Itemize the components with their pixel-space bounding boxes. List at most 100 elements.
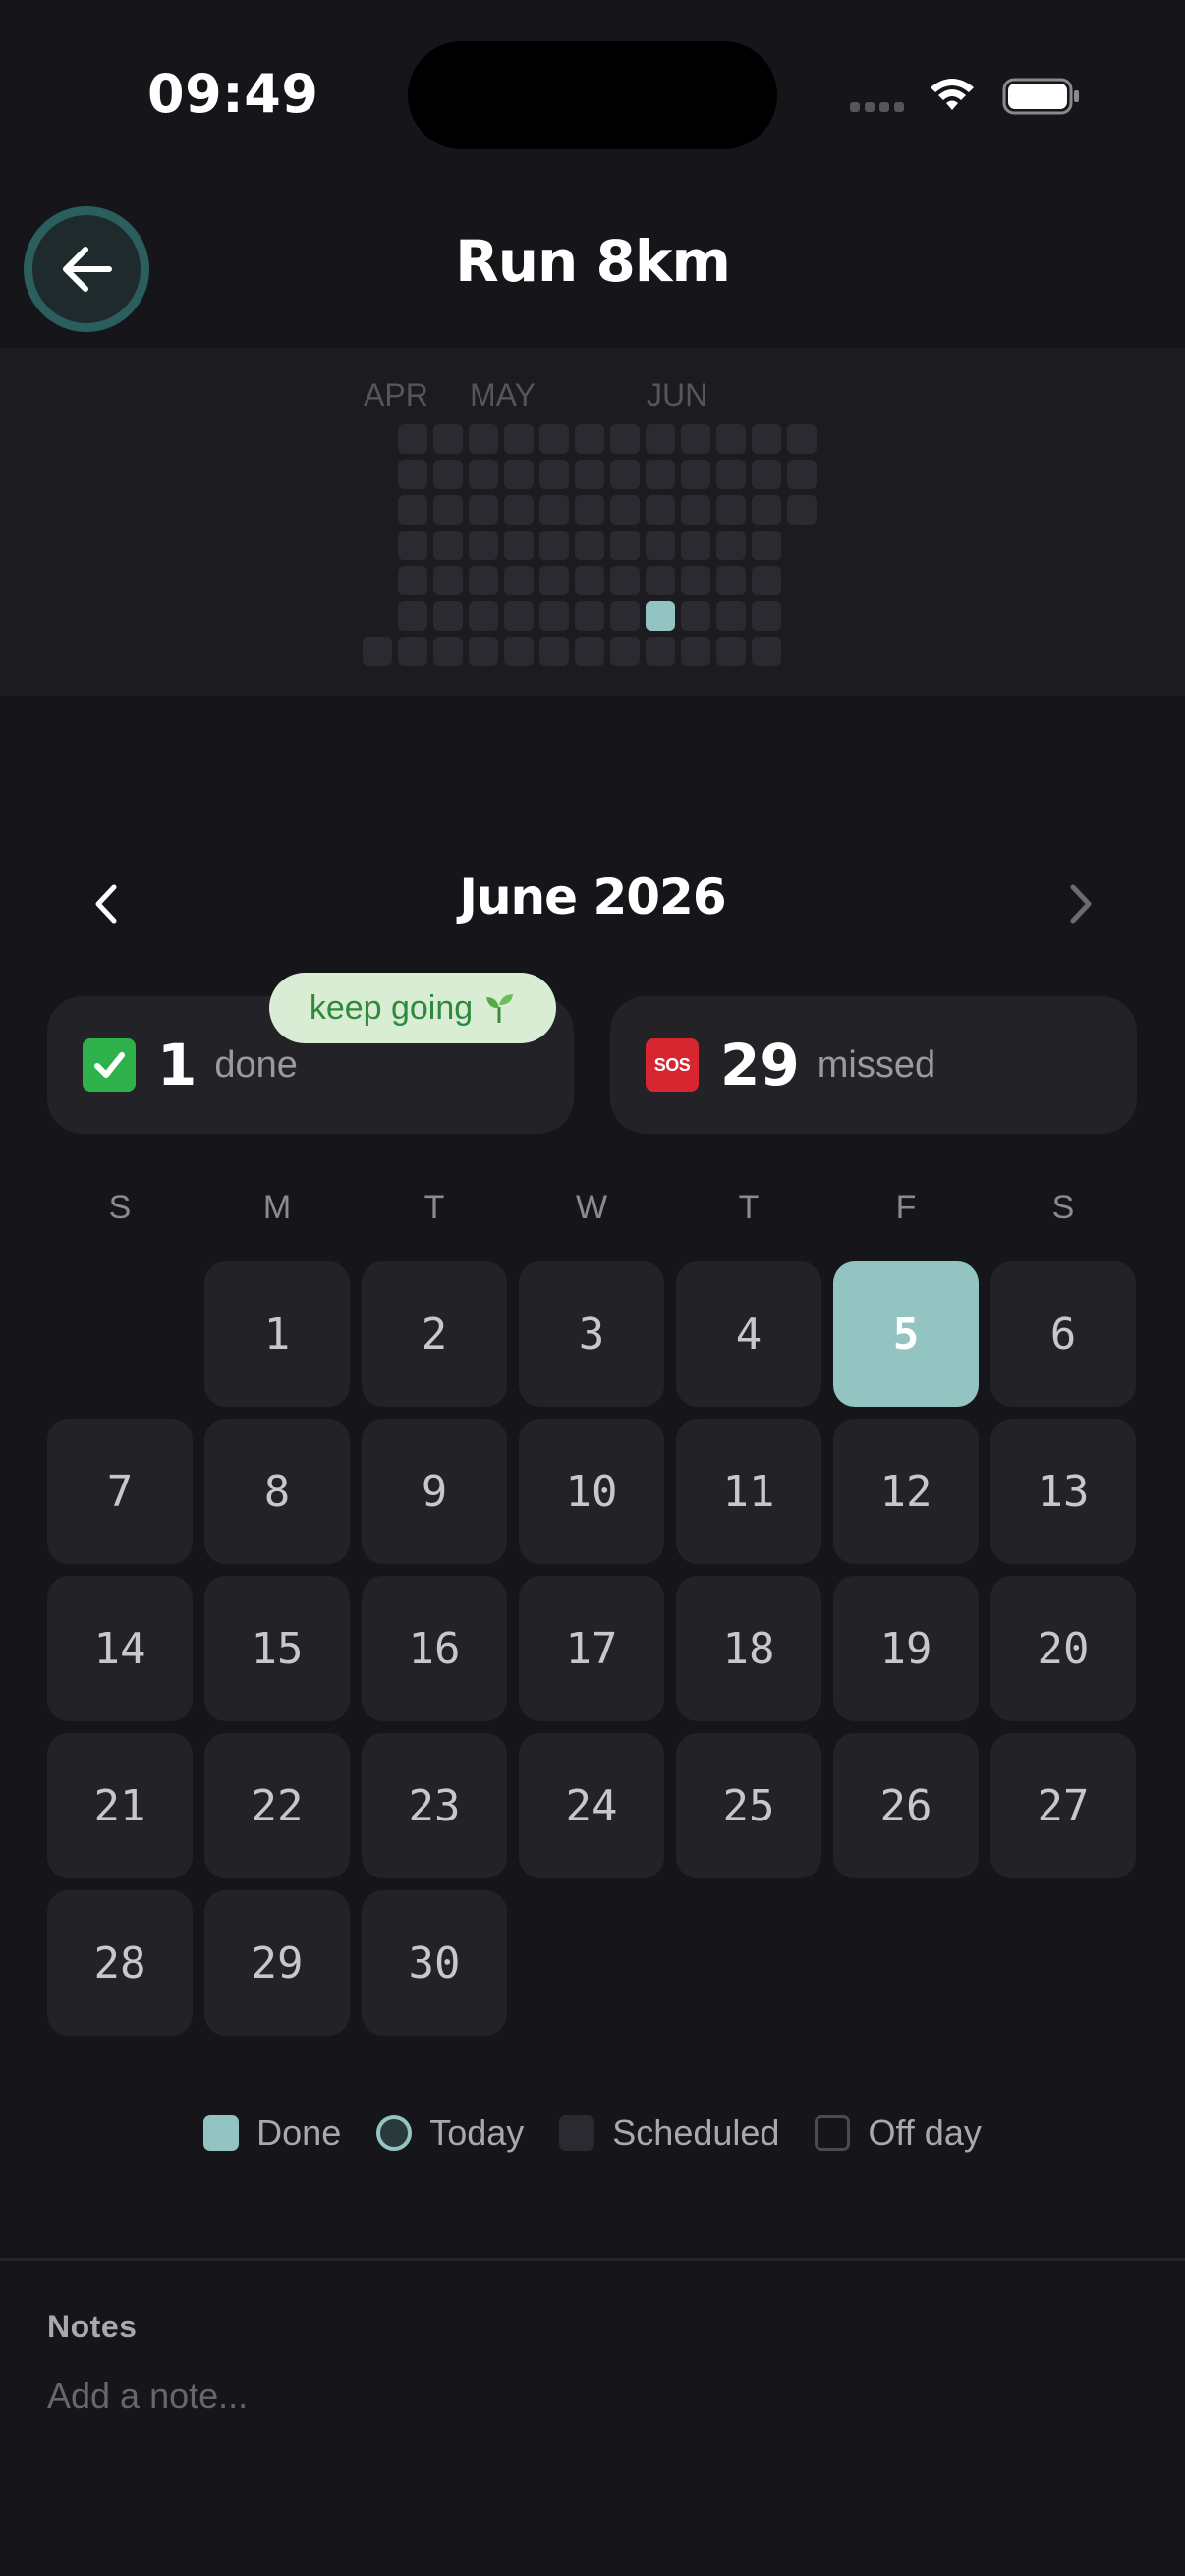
heatmap-cell [433, 601, 463, 631]
calendar-day[interactable]: 28 [47, 1890, 193, 2036]
heatmap-cell [504, 495, 534, 525]
weekday-header: F [895, 1189, 917, 1226]
calendar-day[interactable]: 8 [204, 1419, 350, 1564]
month-title: June 2026 [459, 868, 726, 925]
calendar-day[interactable]: 20 [990, 1576, 1136, 1721]
heatmap-month-apr: APR [364, 377, 428, 413]
heatmap-cell [681, 495, 710, 525]
heatmap-cell [363, 637, 392, 666]
sos-icon: SOS [646, 1038, 699, 1092]
calendar-day[interactable]: 7 [47, 1419, 193, 1564]
calendar-day[interactable]: 16 [362, 1576, 507, 1721]
legend-label-off-day: Off day [868, 2112, 982, 2153]
calendar-day[interactable]: 10 [519, 1419, 664, 1564]
legend-item-done: Done [203, 2112, 341, 2154]
heatmap-cell [575, 424, 604, 454]
weekday-header: S [1051, 1189, 1075, 1226]
heatmap-cell [504, 637, 534, 666]
heatmap-cell [398, 495, 427, 525]
heatmap-cell [681, 531, 710, 560]
heatmap-cell [539, 460, 569, 489]
heatmap-month-jun: JUN [647, 377, 708, 413]
heatmap-cell [504, 566, 534, 595]
calendar-day[interactable]: 21 [47, 1733, 193, 1878]
calendar-day[interactable]: 3 [519, 1261, 664, 1407]
done-count: 1 [157, 1032, 198, 1098]
calendar-day[interactable]: 30 [362, 1890, 507, 2036]
heatmap-cell [610, 495, 640, 525]
heatmap-cell [787, 495, 817, 525]
legend: Done Today Scheduled Off day [0, 2112, 1185, 2154]
legend-label-today: Today [429, 2112, 525, 2153]
heatmap-cell [398, 424, 427, 454]
heatmap-cell [610, 601, 640, 631]
heatmap-cell [646, 566, 675, 595]
heatmap-cell [433, 424, 463, 454]
heatmap-cell [504, 601, 534, 631]
cellular-signal-icon [850, 102, 907, 114]
heatmap-cell [575, 601, 604, 631]
seedling-icon [486, 994, 514, 1023]
heatmap-cell [469, 637, 498, 666]
calendar-day[interactable]: 9 [362, 1419, 507, 1564]
calendar-day-today[interactable]: 5 [833, 1261, 979, 1407]
heatmap-cell [433, 637, 463, 666]
calendar-day[interactable]: 25 [676, 1733, 821, 1878]
heatmap-cell [646, 460, 675, 489]
calendar-day[interactable]: 14 [47, 1576, 193, 1721]
wifi-icon [931, 79, 974, 110]
calendar-day[interactable]: 17 [519, 1576, 664, 1721]
calendar-day[interactable]: 22 [204, 1733, 350, 1878]
calendar-day[interactable]: 29 [204, 1890, 350, 2036]
heatmap-cell [716, 637, 746, 666]
heatmap-month-may: MAY [470, 377, 536, 413]
calendar-day[interactable]: 26 [833, 1733, 979, 1878]
heatmap-cell [469, 566, 498, 595]
heatmap-cell [539, 637, 569, 666]
heatmap-cell [752, 601, 781, 631]
status-time: 09:49 [147, 63, 319, 125]
calendar-day[interactable]: 15 [204, 1576, 350, 1721]
legend-item-scheduled: Scheduled [559, 2112, 779, 2154]
missed-label: missed [817, 1043, 936, 1086]
off-day-swatch [815, 2115, 851, 2151]
weekday-header: M [262, 1189, 292, 1226]
calendar-day[interactable]: 4 [676, 1261, 821, 1407]
weekday-header: T [738, 1189, 760, 1226]
calendar-day[interactable]: 13 [990, 1419, 1136, 1564]
heatmap-cell [716, 531, 746, 560]
calendar-day[interactable]: 24 [519, 1733, 664, 1878]
heatmap-cell [646, 424, 675, 454]
calendar-day[interactable]: 23 [362, 1733, 507, 1878]
dynamic-island [408, 41, 777, 149]
missed-stat-card: SOS 29 missed [610, 996, 1137, 1134]
heatmap-cell [504, 531, 534, 560]
calendar-day[interactable]: 6 [990, 1261, 1136, 1407]
weekday-header: S [108, 1189, 132, 1226]
calendar-day[interactable]: 27 [990, 1733, 1136, 1878]
heatmap-cell [610, 531, 640, 560]
calendar-day[interactable]: 2 [362, 1261, 507, 1407]
keep-going-badge: keep going [269, 973, 556, 1043]
calendar-day[interactable]: 12 [833, 1419, 979, 1564]
calendar-day[interactable]: 19 [833, 1576, 979, 1721]
legend-item-today: Today [376, 2112, 524, 2154]
heatmap-cell [575, 495, 604, 525]
heatmap-cell [575, 460, 604, 489]
badge-text: keep going [309, 988, 474, 1027]
heatmap-cell [575, 637, 604, 666]
heatmap-cell [646, 637, 675, 666]
heatmap-cell [398, 460, 427, 489]
heatmap-cell-done [646, 601, 675, 631]
heatmap-cell [646, 531, 675, 560]
done-swatch [203, 2115, 240, 2151]
battery-icon [1002, 78, 1079, 115]
calendar-day[interactable]: 11 [676, 1419, 821, 1564]
calendar-day[interactable]: 18 [676, 1576, 821, 1721]
heatmap-cell [787, 460, 817, 489]
calendar-day[interactable]: 1 [204, 1261, 350, 1407]
next-month-button[interactable] [1061, 879, 1100, 928]
heatmap-cell [539, 566, 569, 595]
missed-count: 29 [720, 1032, 800, 1098]
notes-input[interactable] [47, 2376, 1128, 2417]
